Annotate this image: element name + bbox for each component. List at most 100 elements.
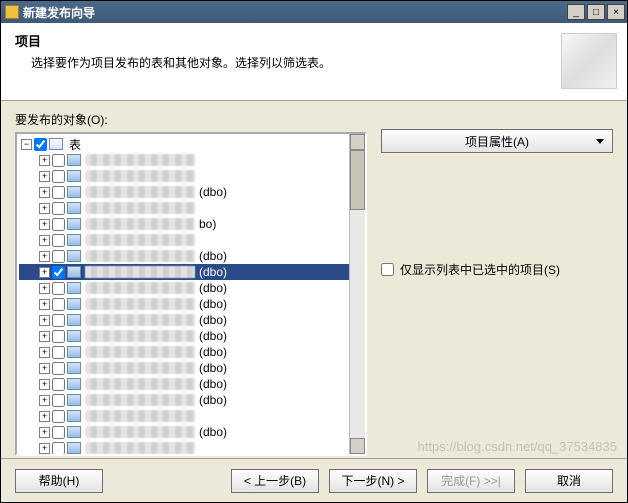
only-show-selected-row: 仅显示列表中已选中的项目(S) xyxy=(381,261,613,278)
tree-root-tables[interactable]: −表 xyxy=(19,136,349,152)
table-icon xyxy=(67,346,81,358)
tree-item[interactable]: + bo) xyxy=(19,216,349,232)
tree-item-label: 表 xyxy=(67,136,83,153)
objects-tree[interactable]: −表+++(dbo)++bo)++(dbo)+(dbo)+(dbo)+(dbo)… xyxy=(17,134,349,454)
item-checkbox[interactable] xyxy=(52,298,65,311)
table-icon xyxy=(67,410,81,422)
item-checkbox[interactable] xyxy=(52,378,65,391)
item-checkbox[interactable] xyxy=(52,154,65,167)
wizard-window: 新建发布向导 _ □ × 项目 选择要作为项目发布的表和其他对象。选择列以筛选表… xyxy=(0,0,628,503)
item-checkbox[interactable] xyxy=(52,426,65,439)
expand-icon[interactable]: + xyxy=(39,427,50,438)
minimize-button[interactable]: _ xyxy=(567,4,585,20)
tree-item[interactable]: + (dbo) xyxy=(19,328,349,344)
expand-icon[interactable]: + xyxy=(39,363,50,374)
expand-icon[interactable]: + xyxy=(39,219,50,230)
maximize-button[interactable]: □ xyxy=(587,4,605,20)
item-checkbox[interactable] xyxy=(52,394,65,407)
tree-item[interactable]: + (dbo) xyxy=(19,392,349,408)
tree-item[interactable]: + xyxy=(19,152,349,168)
item-checkbox[interactable] xyxy=(52,362,65,375)
scroll-down-button[interactable] xyxy=(350,438,365,454)
redacted-name xyxy=(85,298,195,310)
schema-suffix: (dbo) xyxy=(199,393,227,407)
expand-icon[interactable]: + xyxy=(39,379,50,390)
only-show-selected-checkbox[interactable] xyxy=(381,263,394,276)
expand-icon[interactable]: + xyxy=(39,203,50,214)
tree-item[interactable]: + xyxy=(19,408,349,424)
expand-icon[interactable]: + xyxy=(39,347,50,358)
tree-item[interactable]: + (dbo) xyxy=(19,312,349,328)
expand-icon[interactable]: + xyxy=(39,395,50,406)
schema-suffix: (dbo) xyxy=(199,329,227,343)
close-button[interactable]: × xyxy=(607,4,625,20)
redacted-name xyxy=(85,378,195,390)
folder-icon xyxy=(49,138,63,150)
tree-item[interactable]: + (dbo) xyxy=(19,344,349,360)
schema-suffix: bo) xyxy=(199,217,216,231)
cancel-button[interactable]: 取消 xyxy=(525,469,613,493)
redacted-name xyxy=(85,202,195,214)
item-checkbox[interactable] xyxy=(52,282,65,295)
expand-icon[interactable]: + xyxy=(39,283,50,294)
tree-item[interactable]: + (dbo) xyxy=(19,376,349,392)
item-checkbox[interactable] xyxy=(52,314,65,327)
back-button[interactable]: < 上一步(B) xyxy=(231,469,319,493)
tree-item[interactable]: +(dbo) xyxy=(19,264,349,280)
tree-item[interactable]: + xyxy=(19,168,349,184)
item-checkbox[interactable] xyxy=(34,138,47,151)
item-checkbox[interactable] xyxy=(52,266,65,279)
header-panel: 项目 选择要作为项目发布的表和其他对象。选择列以筛选表。 xyxy=(1,23,627,101)
item-checkbox[interactable] xyxy=(52,186,65,199)
item-checkbox[interactable] xyxy=(52,170,65,183)
expand-icon[interactable]: + xyxy=(39,411,50,422)
item-checkbox[interactable] xyxy=(52,234,65,247)
schema-suffix: (dbo) xyxy=(199,313,227,327)
redacted-name xyxy=(85,266,195,278)
expand-icon[interactable]: + xyxy=(39,267,50,278)
table-icon xyxy=(67,186,81,198)
tree-item[interactable]: +(dbo) xyxy=(19,184,349,200)
tree-item[interactable]: + xyxy=(19,232,349,248)
item-checkbox[interactable] xyxy=(52,346,65,359)
redacted-name xyxy=(85,250,195,262)
item-properties-label: 项目属性(A) xyxy=(465,133,529,150)
expand-icon[interactable]: + xyxy=(39,155,50,166)
expand-icon[interactable]: + xyxy=(39,171,50,182)
tree-item[interactable]: +(dbo) xyxy=(19,248,349,264)
footer: 帮助(H) < 上一步(B) 下一步(N) > 完成(F) >>| 取消 xyxy=(1,458,627,502)
item-checkbox[interactable] xyxy=(52,410,65,423)
item-checkbox[interactable] xyxy=(52,202,65,215)
next-button[interactable]: 下一步(N) > xyxy=(329,469,417,493)
item-checkbox[interactable] xyxy=(52,250,65,263)
expand-icon[interactable]: + xyxy=(39,315,50,326)
titlebar: 新建发布向导 _ □ × xyxy=(1,1,627,23)
collapse-icon[interactable]: − xyxy=(21,139,32,150)
tree-item[interactable]: + xyxy=(19,440,349,454)
tree-item[interactable]: +(dbo) xyxy=(19,360,349,376)
finish-button[interactable]: 完成(F) >>| xyxy=(427,469,515,493)
scroll-thumb[interactable] xyxy=(350,150,365,210)
expand-icon[interactable]: + xyxy=(39,299,50,310)
expand-icon[interactable]: + xyxy=(39,443,50,454)
expand-icon[interactable]: + xyxy=(39,187,50,198)
tree-item[interactable]: +(dbo) xyxy=(19,280,349,296)
tree-item[interactable]: +(dbo) xyxy=(19,424,349,440)
help-button[interactable]: 帮助(H) xyxy=(15,469,103,493)
item-checkbox[interactable] xyxy=(52,218,65,231)
objects-label: 要发布的对象(O): xyxy=(15,111,367,128)
tree-item[interactable]: + xyxy=(19,200,349,216)
schema-suffix: (dbo) xyxy=(199,377,227,391)
item-checkbox[interactable] xyxy=(52,442,65,455)
table-icon xyxy=(67,394,81,406)
expand-icon[interactable]: + xyxy=(39,251,50,262)
tree-item[interactable]: +(dbo) xyxy=(19,296,349,312)
item-properties-button[interactable]: 项目属性(A) xyxy=(381,129,613,153)
schema-suffix: (dbo) xyxy=(199,345,227,359)
scroll-up-button[interactable] xyxy=(350,134,365,150)
expand-icon[interactable]: + xyxy=(39,331,50,342)
item-checkbox[interactable] xyxy=(52,330,65,343)
redacted-name xyxy=(85,410,195,422)
vertical-scrollbar[interactable] xyxy=(349,134,365,454)
expand-icon[interactable]: + xyxy=(39,235,50,246)
